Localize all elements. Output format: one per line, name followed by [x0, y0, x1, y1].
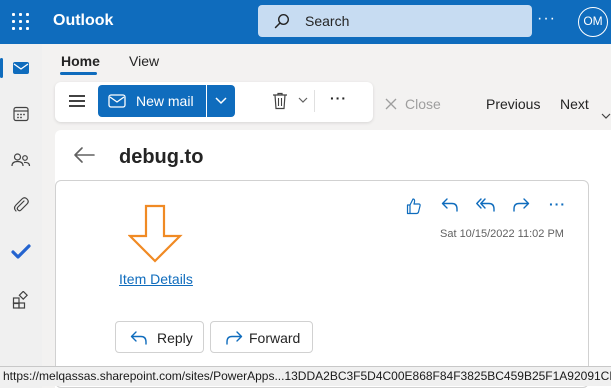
close-button[interactable]: Close — [405, 96, 441, 112]
status-bar-url: https://melqassas.sharepoint.com/sites/P… — [0, 366, 611, 386]
annotation-arrow-icon — [128, 204, 183, 263]
previous-button[interactable]: Previous — [486, 96, 540, 112]
item-details-link[interactable]: Item Details — [119, 271, 193, 287]
forward-icon — [226, 331, 243, 345]
avatar[interactable]: OM — [578, 7, 608, 37]
reply-button[interactable]: Reply — [115, 321, 204, 353]
chevron-down-icon[interactable] — [298, 96, 308, 104]
delete-icon[interactable] — [272, 92, 288, 110]
forward-button[interactable]: Forward — [210, 321, 313, 353]
new-mail-label: New mail — [136, 93, 194, 109]
new-mail-dropdown[interactable] — [207, 85, 235, 117]
reply-icon — [130, 331, 147, 345]
tab-view[interactable]: View — [129, 53, 159, 69]
mail-icon — [108, 94, 126, 108]
chevron-down-icon[interactable] — [601, 112, 611, 120]
divider — [314, 90, 315, 112]
message-subject: debug.to — [119, 146, 204, 168]
apps-icon[interactable] — [0, 280, 42, 320]
top-bar: Outlook Search ··· OM — [0, 0, 611, 44]
tab-home[interactable]: Home — [61, 53, 100, 69]
app-launcher-icon[interactable] — [12, 13, 30, 31]
reply-label: Reply — [157, 330, 193, 346]
close-icon[interactable] — [384, 97, 398, 111]
back-arrow-icon[interactable] — [72, 146, 96, 164]
calendar-icon[interactable] — [0, 94, 42, 134]
search-label: Search — [305, 13, 350, 29]
message-timestamp: Sat 10/15/2022 11:02 PM — [440, 228, 564, 240]
mail-icon[interactable] — [0, 48, 42, 88]
ribbon-toolbar: New mail ··· — [55, 82, 373, 122]
search-icon — [274, 13, 290, 29]
hamburger-icon[interactable] — [69, 95, 85, 107]
chevron-down-icon — [215, 97, 227, 105]
search-box[interactable]: Search — [258, 5, 532, 37]
more-options-icon[interactable]: ··· — [537, 10, 556, 28]
app-title[interactable]: Outlook — [53, 12, 113, 30]
reply-all-icon[interactable] — [476, 197, 496, 213]
more-actions-icon[interactable]: ··· — [330, 90, 347, 106]
reply-icon[interactable] — [441, 197, 459, 213]
forward-label: Forward — [249, 330, 301, 346]
tab-home-indicator — [60, 72, 97, 75]
todo-icon[interactable] — [0, 232, 42, 272]
next-button[interactable]: Next — [560, 96, 589, 112]
left-rail — [0, 44, 42, 388]
more-message-actions-icon[interactable]: ··· — [549, 196, 566, 212]
people-icon[interactable] — [0, 140, 42, 180]
attachment-icon[interactable] — [0, 186, 42, 226]
forward-icon[interactable] — [512, 197, 530, 213]
new-mail-button[interactable]: New mail — [98, 85, 206, 117]
like-icon[interactable] — [406, 197, 422, 215]
